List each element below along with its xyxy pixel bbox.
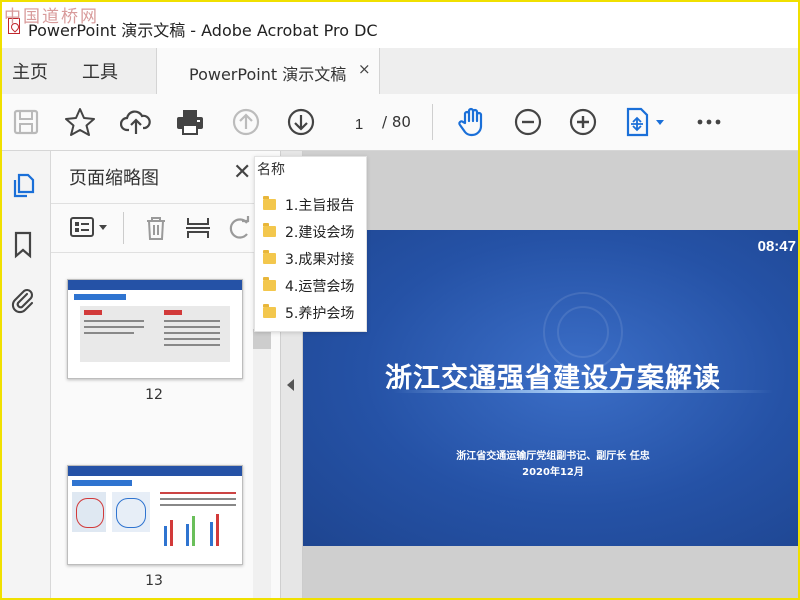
folder-icon — [263, 304, 276, 318]
slide-decoration — [557, 306, 609, 358]
folder-icon — [263, 196, 276, 210]
thumbnail-label: 13 — [145, 573, 163, 589]
panel-tools-divider — [123, 212, 124, 244]
folder-icon — [263, 277, 276, 291]
slide-subtitle: 浙江省交通运输厅党组副书记、副厅长 任忠 — [456, 451, 650, 462]
folder-label: 5.养护会场 — [285, 306, 355, 322]
attachments-icon[interactable] — [8, 285, 38, 315]
left-rail — [0, 151, 51, 600]
page-thumbnails-icon[interactable] — [8, 171, 38, 201]
title-bar: PowerPoint 演示文稿 - Adobe Acrobat Pro DC — [0, 0, 800, 48]
slide-title: 浙江交通强省建设方案解读 — [385, 363, 721, 394]
panel-title: 页面缩略图 — [69, 168, 159, 189]
more-icon[interactable] — [693, 106, 725, 138]
page-thumbnails-panel: 页面缩略图 ✕ 12 13 — [51, 151, 281, 600]
fit-page-icon[interactable] — [623, 106, 669, 138]
folder-item[interactable]: 4.运营会场 — [261, 275, 365, 297]
toolbar-divider — [432, 104, 433, 140]
page-number-input[interactable] — [340, 112, 378, 136]
folder-label: 1.主旨报告 — [285, 198, 355, 214]
document-tab[interactable]: PowerPoint 演示文稿 × — [156, 48, 380, 95]
panel-toolbar — [51, 203, 280, 253]
folder-item[interactable]: 1.主旨报告 — [261, 194, 365, 216]
document-tab-label: PowerPoint 演示文稿 — [189, 65, 347, 84]
folder-icon — [263, 223, 276, 237]
folder-label: 3.成果对接 — [285, 252, 355, 268]
bookmarks-icon[interactable] — [8, 229, 38, 259]
insert-page-icon[interactable] — [185, 214, 211, 242]
nav-home[interactable]: 主页 — [12, 58, 48, 84]
page-thumbnail-12[interactable] — [67, 279, 243, 379]
folder-item[interactable]: 5.养护会场 — [261, 302, 365, 324]
next-page-icon[interactable] — [285, 106, 317, 138]
watermark: 中国道桥网 — [4, 7, 99, 27]
save-icon[interactable] — [10, 106, 42, 138]
name-column-header[interactable]: 名称 — [257, 159, 285, 179]
folder-item[interactable]: 3.成果对接 — [261, 248, 365, 270]
zoom-out-icon[interactable] — [512, 106, 544, 138]
page-thumbnail-13[interactable] — [67, 465, 243, 565]
page-total: / 80 — [382, 113, 411, 131]
print-icon[interactable] — [174, 106, 206, 138]
thumbnail-label: 12 — [145, 387, 163, 403]
hand-tool-icon[interactable] — [456, 106, 488, 138]
nav-tools[interactable]: 工具 — [82, 58, 118, 84]
zoom-in-icon[interactable] — [567, 106, 599, 138]
tab-bar: 主页 工具 PowerPoint 演示文稿 × — [0, 48, 800, 95]
folder-label: 4.运营会场 — [285, 279, 355, 295]
previous-page-icon[interactable] — [230, 106, 262, 138]
collapse-arrow-icon — [287, 379, 294, 391]
delete-page-icon[interactable] — [143, 214, 169, 242]
close-panel-icon[interactable]: ✕ — [233, 160, 251, 185]
folder-item[interactable]: 2.建设会场 — [261, 221, 365, 243]
cloud-upload-icon[interactable] — [119, 106, 152, 138]
folder-list-popup: 名称 1.主旨报告 2.建设会场 3.成果对接 4.运营会场 5.养护会场 — [254, 156, 367, 332]
slide-time: 08:47 — [757, 238, 796, 255]
folder-label: 2.建设会场 — [285, 225, 355, 241]
slide-page: 08:47 浙江交通强省建设方案解读 浙江省交通运输厅党组副书记、副厅长 任忠 … — [303, 230, 800, 546]
thumbnail-scrollbar-thumb[interactable] — [253, 329, 271, 349]
bookmark-star-icon[interactable] — [64, 106, 96, 138]
slide-date: 2020年12月 — [522, 467, 584, 478]
thumbnail-options-icon[interactable] — [69, 216, 111, 240]
rotate-page-icon[interactable] — [227, 214, 253, 242]
close-tab-icon[interactable]: × — [358, 60, 371, 78]
folder-icon — [263, 250, 276, 264]
